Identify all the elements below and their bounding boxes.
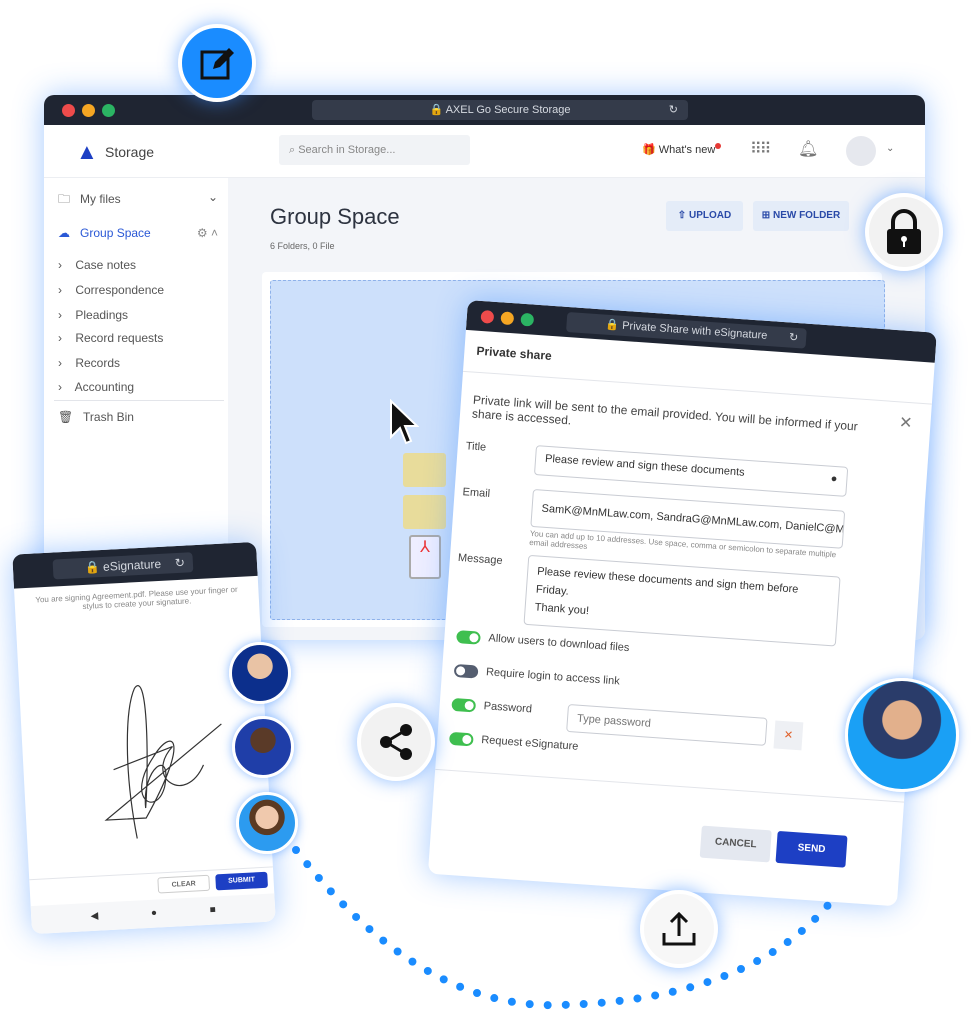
avatar bbox=[236, 792, 298, 854]
sidebar-item-my-files[interactable]: 🗀 My files ⌄ bbox=[58, 190, 218, 211]
title-input[interactable]: Please review and sign these documents ● bbox=[533, 445, 849, 497]
folder-icon bbox=[403, 453, 446, 487]
close-dot[interactable] bbox=[480, 309, 495, 324]
cancel-button[interactable]: CANCEL bbox=[699, 825, 772, 863]
maximize-dot[interactable] bbox=[102, 104, 115, 117]
search-input[interactable]: ⌕ Search in Storage... bbox=[279, 135, 470, 165]
avatar[interactable] bbox=[846, 136, 876, 166]
folder-icon bbox=[403, 495, 446, 529]
require-login-toggle[interactable] bbox=[453, 663, 479, 679]
clear-button[interactable]: CLEAR bbox=[157, 874, 211, 894]
maximize-dot[interactable] bbox=[520, 312, 535, 327]
chevron-down-icon[interactable]: ⌄ bbox=[886, 143, 894, 154]
sidebar-item-correspondence[interactable]: › Correspondence bbox=[58, 283, 164, 297]
sidebar-item-accounting[interactable]: › Accounting bbox=[58, 380, 134, 394]
mouse-cursor-icon bbox=[390, 399, 419, 445]
upload-button[interactable]: ⇧ UPLOAD bbox=[666, 201, 743, 231]
sidebar-item-pleadings[interactable]: › Pleadings bbox=[58, 308, 128, 322]
sidebar-item-record-requests[interactable]: › Record requests bbox=[58, 331, 163, 345]
toggle-label: Allow users to download files bbox=[488, 632, 630, 655]
sidebar-item-case-notes[interactable]: › Case notes bbox=[58, 258, 136, 272]
gift-icon: 🎁 bbox=[642, 144, 656, 156]
message-textarea[interactable]: Please review these documents and sign t… bbox=[523, 554, 841, 647]
clear-password-button[interactable]: ✕ bbox=[773, 720, 804, 751]
minimize-dot[interactable] bbox=[82, 104, 95, 117]
logo-icon: ▲ bbox=[76, 139, 98, 164]
reload-icon[interactable]: ↻ bbox=[669, 100, 678, 120]
signature-pad[interactable] bbox=[77, 644, 237, 852]
back-icon[interactable]: ◀ bbox=[90, 911, 98, 922]
edit-icon bbox=[178, 24, 256, 102]
private-share-dialog: 🔒 Private Share with eSignature ↻ Privat… bbox=[427, 300, 937, 907]
minimize-dot[interactable] bbox=[500, 311, 515, 326]
page-title: Group Space bbox=[270, 204, 400, 229]
sidebar-item-trash-bin[interactable]: 🗑 Trash Bin bbox=[58, 410, 134, 424]
folder-count: 6 Folders, 0 File bbox=[270, 241, 335, 251]
esignature-toggle[interactable] bbox=[448, 731, 474, 747]
bell-icon[interactable]: 🔔︎ bbox=[798, 139, 818, 159]
sidebar-item-group-space[interactable]: ☁ Group Space ⚙ ˄ bbox=[58, 226, 218, 240]
submit-button[interactable]: SUBMIT bbox=[215, 871, 269, 891]
close-dot[interactable] bbox=[62, 104, 75, 117]
app-name: Storage bbox=[105, 144, 155, 160]
password-input[interactable] bbox=[566, 703, 768, 746]
home-icon[interactable]: ● bbox=[151, 908, 158, 919]
avatar bbox=[229, 642, 291, 704]
sidebar-item-records[interactable]: › Records bbox=[58, 356, 120, 370]
new-folder-button[interactable]: ⊞ NEW FOLDER bbox=[753, 201, 849, 231]
share-icon bbox=[357, 703, 435, 781]
address-bar[interactable]: 🔒 eSignature ↻ bbox=[52, 552, 194, 580]
close-icon[interactable]: ✕ bbox=[898, 412, 913, 433]
download-toggle[interactable] bbox=[456, 630, 481, 645]
toggle-label: Require login to access link bbox=[485, 666, 621, 688]
message-label: Message bbox=[457, 551, 503, 568]
upload-icon bbox=[640, 890, 718, 968]
avatar bbox=[845, 678, 959, 792]
address-bar[interactable]: 🔒 AXEL Go Secure Storage ↻ bbox=[312, 100, 688, 120]
title-label: Title bbox=[465, 440, 487, 454]
avatar bbox=[232, 716, 294, 778]
recents-icon[interactable]: ■ bbox=[209, 904, 216, 915]
send-button[interactable]: SEND bbox=[775, 830, 848, 868]
apps-grid-icon[interactable]: ⠿⠿ bbox=[750, 139, 771, 159]
password-toggle[interactable] bbox=[451, 697, 477, 713]
pdf-file-icon: ⅄ bbox=[409, 535, 441, 579]
email-label: Email bbox=[462, 486, 491, 500]
toggle-label: Request eSignature bbox=[480, 734, 579, 753]
whats-new-button[interactable]: 🎁 What's new bbox=[642, 143, 722, 156]
lock-icon: 🔒 bbox=[429, 104, 446, 116]
lock-icon bbox=[865, 193, 943, 271]
dialog-intro: Private link will be sent to the email p… bbox=[471, 392, 859, 434]
toggle-label: Password bbox=[483, 700, 533, 716]
